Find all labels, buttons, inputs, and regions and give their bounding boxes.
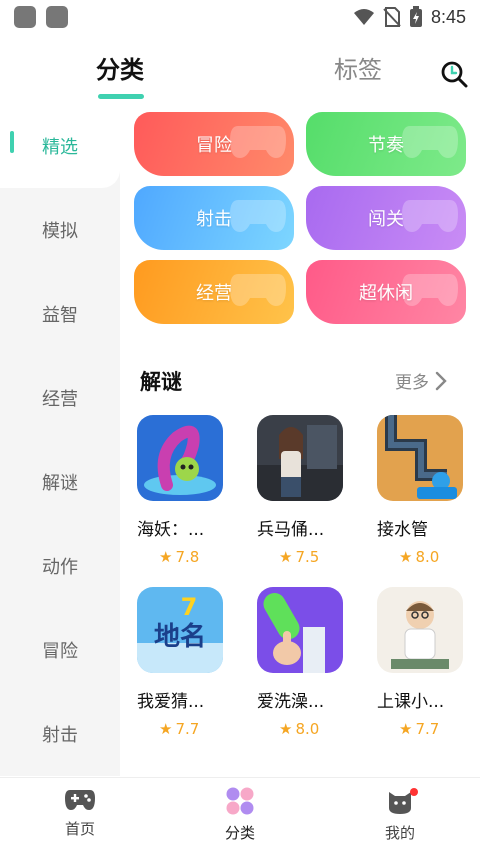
battery-icon	[409, 6, 422, 27]
category-tile-management[interactable]: 经营	[134, 260, 294, 324]
sidebar-item-label: 经营	[42, 389, 78, 410]
category-label: 闯关	[368, 209, 404, 230]
game-icon: 地名 7	[137, 587, 223, 673]
game-card[interactable]: 上课小... ★ 7.7	[377, 587, 480, 738]
game-rating: ★ 7.7	[159, 720, 200, 738]
header: 分类 标签	[0, 40, 480, 104]
game-card[interactable]: 接水管 ★ 8.0	[377, 415, 480, 566]
more-label: 更多	[395, 373, 429, 393]
category-label: 冒险	[196, 135, 232, 156]
game-name: 海妖：...	[137, 520, 205, 540]
game-name: 我爱猜...	[137, 692, 205, 712]
bottom-nav: 首页 分类 我的	[0, 777, 480, 853]
sidebar-item-label: 动作	[42, 557, 78, 578]
category-tile-shooting[interactable]: 射击	[134, 186, 294, 250]
sidebar-item-action[interactable]: 动作	[0, 524, 120, 608]
icon-text: 地名	[154, 621, 206, 652]
game-icon	[377, 415, 463, 501]
nav-category[interactable]: 分类	[200, 786, 280, 843]
gamepad-icon	[230, 126, 286, 158]
nav-mine[interactable]: 我的	[360, 786, 440, 843]
gamepad-icon	[65, 790, 95, 810]
sidebar-item-label: 精选	[42, 137, 78, 158]
game-icon	[257, 415, 343, 501]
icon-badge: 7	[181, 593, 198, 621]
category-tile-hypercasual[interactable]: 超休闲	[306, 260, 466, 324]
sidebar-item-label: 益智	[42, 305, 78, 326]
sidebar-item-shooting[interactable]: 射击	[0, 692, 120, 776]
game-name: 爱洗澡...	[257, 692, 325, 712]
game-rating: ★ 7.8	[159, 548, 200, 566]
star-icon: ★	[159, 720, 173, 738]
sidebar-item-mystery[interactable]: 解谜	[0, 440, 120, 524]
status-bar: 8:45	[0, 0, 480, 34]
sidebar-item-label: 模拟	[42, 221, 78, 242]
game-card[interactable]: 地名 7 我爱猜... ★ 7.7	[137, 587, 247, 738]
status-time: 8:45	[430, 6, 466, 27]
tab-category[interactable]: 分类	[96, 50, 144, 85]
sidebar-item-management[interactable]: 经营	[0, 356, 120, 440]
nav-home[interactable]: 首页	[40, 786, 120, 839]
notification-icon	[46, 6, 68, 28]
sidebar-active-indicator	[10, 131, 14, 153]
game-rating: ★ 7.5	[279, 548, 320, 566]
game-rating: ★ 7.7	[399, 720, 440, 738]
wifi-icon	[353, 9, 374, 25]
star-icon: ★	[399, 548, 413, 566]
star-icon: ★	[399, 720, 413, 738]
notification-icon	[14, 6, 36, 28]
sidebar: 精选 模拟 益智 经营 解谜 动作 冒险 射击	[0, 104, 120, 776]
gamepad-icon	[402, 126, 458, 158]
star-icon: ★	[279, 720, 293, 738]
star-icon: ★	[279, 548, 293, 566]
category-tile-levels[interactable]: 闯关	[306, 186, 466, 250]
section-title: 解谜	[140, 370, 182, 394]
category-tile-rhythm[interactable]: 节奏	[306, 112, 466, 176]
nav-label: 我的	[384, 824, 415, 842]
gamepad-icon	[230, 200, 286, 232]
game-card[interactable]: 海妖：... ★ 7.8	[137, 415, 247, 566]
sidebar-item-featured[interactable]: 精选	[0, 104, 120, 188]
star-icon: ★	[159, 548, 173, 566]
game-name: 接水管	[377, 520, 428, 540]
category-label: 经营	[196, 283, 232, 304]
game-name: 上课小...	[377, 692, 445, 712]
more-button[interactable]: 更多	[395, 368, 447, 393]
chevron-right-icon	[435, 371, 447, 390]
game-rating: ★ 8.0	[279, 720, 320, 738]
notification-dot	[410, 788, 418, 796]
game-name: 兵马俑...	[257, 520, 325, 540]
category-label: 射击	[196, 209, 232, 230]
no-sim-icon	[383, 7, 401, 27]
game-icon	[257, 587, 343, 673]
game-icon	[137, 415, 223, 501]
category-label: 节奏	[368, 135, 404, 156]
sidebar-item-label: 冒险	[42, 641, 78, 662]
category-grid-icon	[226, 787, 254, 815]
category-label: 超休闲	[359, 283, 413, 304]
gamepad-icon	[230, 274, 286, 306]
sidebar-item-adventure[interactable]: 冒险	[0, 608, 120, 692]
sidebar-item-label: 射击	[42, 725, 78, 746]
game-icon	[377, 587, 463, 673]
sidebar-item-label: 解谜	[42, 473, 78, 494]
game-card[interactable]: 爱洗澡... ★ 8.0	[257, 587, 367, 738]
category-tile-adventure[interactable]: 冒险	[134, 112, 294, 176]
active-tab-indicator	[98, 94, 144, 99]
gamepad-icon	[402, 200, 458, 232]
game-rating: ★ 8.0	[399, 548, 440, 566]
nav-label: 分类	[224, 824, 255, 842]
sidebar-item-puzzle[interactable]: 益智	[0, 272, 120, 356]
sidebar-item-simulation[interactable]: 模拟	[0, 188, 120, 272]
search-icon[interactable]	[440, 60, 468, 88]
tab-tags[interactable]: 标签	[334, 50, 382, 85]
game-card[interactable]: 兵马俑... ★ 7.5	[257, 415, 367, 566]
nav-label: 首页	[64, 820, 95, 838]
